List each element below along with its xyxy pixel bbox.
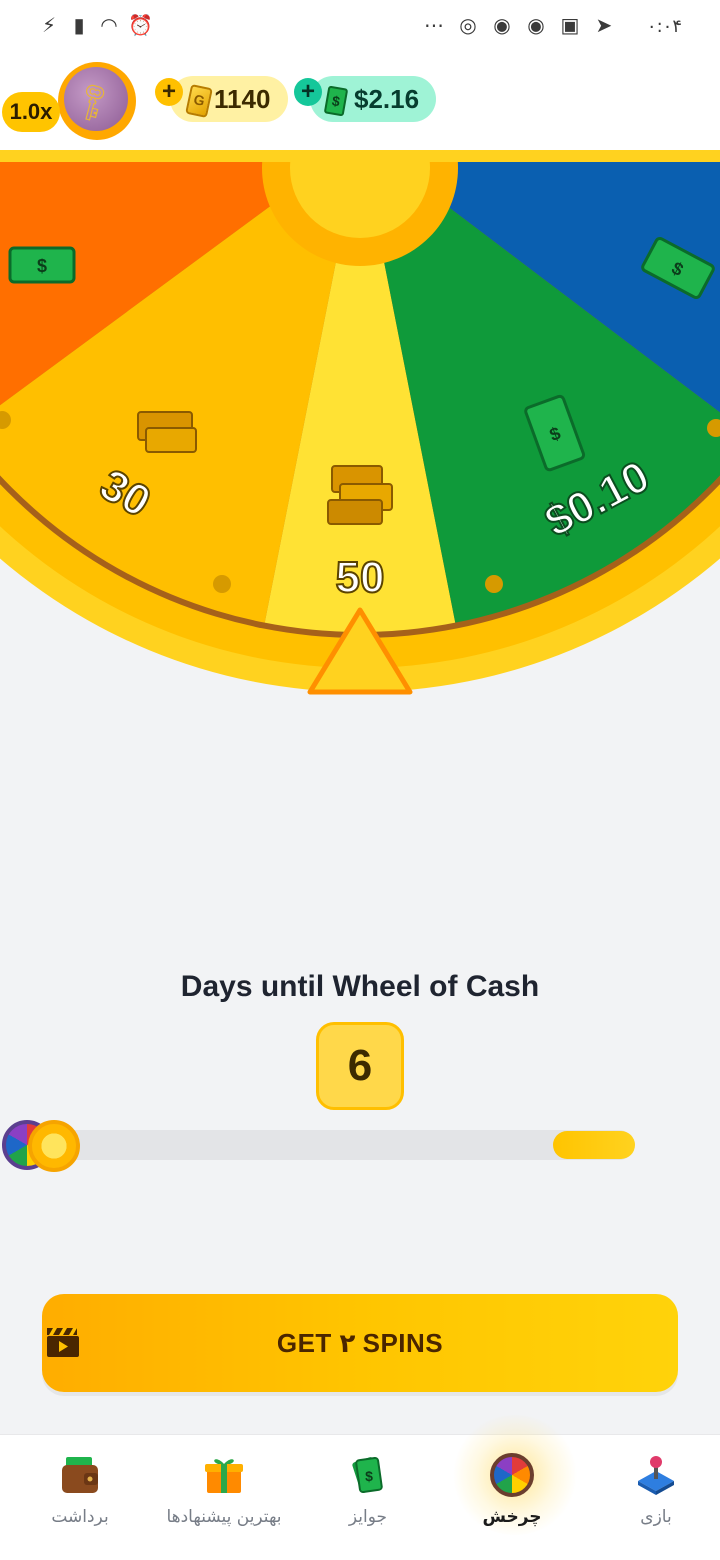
svg-text:$: $ — [365, 1468, 373, 1484]
header-divider — [0, 150, 720, 162]
avatar[interactable]: 🗝 — [58, 62, 136, 140]
nav-label-rewards: جوایز — [348, 1507, 388, 1527]
nav-item-game[interactable]: بازی — [584, 1435, 720, 1560]
add-tickets-button[interactable]: + — [155, 78, 183, 106]
wheel-peg — [485, 575, 503, 593]
bottom-nav: بازی چرخش $ جوایز بهترین پیشنهادها برداش… — [0, 1415, 720, 1560]
progress-track — [30, 1130, 634, 1160]
cash-value: $2.16 — [354, 83, 420, 114]
nav-item-withdraw[interactable]: برداشت — [8, 1435, 152, 1560]
wheel-peg — [213, 575, 231, 593]
wallet-icon — [62, 1457, 98, 1493]
status-icons-left: ⚡ ▮ ◠ ⏰ — [38, 14, 153, 38]
wheel-label-50: 50 — [336, 553, 385, 602]
key-icon: 🗝 — [67, 78, 119, 127]
more-icon: ⋯ — [423, 15, 444, 37]
nav-label-spin: چرخش — [482, 1507, 542, 1527]
instagram-icon: ◎ — [459, 15, 477, 37]
avatar-image: 🗝 — [64, 67, 128, 131]
nav-item-spin[interactable]: چرخش — [440, 1435, 584, 1560]
add-cash-button[interactable]: + — [294, 78, 322, 106]
gift-icon — [205, 1459, 243, 1493]
nav-label-offers: بهترین پیشنهادها — [166, 1507, 282, 1527]
coin-icon — [28, 1120, 80, 1172]
chrome-icon: ◉ — [493, 15, 511, 37]
prize-wheel[interactable]: $ $ $ 30 50 $0.10 — [0, 162, 720, 722]
wifi-icon: ◠ — [100, 15, 118, 37]
telegram-icon: ➤ — [595, 15, 613, 37]
voicemail-icon: ▣ — [560, 15, 580, 37]
cash-icon: $ — [8, 246, 76, 284]
status-bar: ⚡ ▮ ◠ ⏰ ⋯ ◎ ◉ ◉ ▣ ➤ ۰:۰۴ — [0, 0, 720, 54]
chrome-icon: ◉ — [527, 15, 545, 37]
alarm-icon: ⏰ — [128, 15, 153, 37]
countdown-title: Days until Wheel of Cash — [180, 970, 540, 1003]
signal-icon: ▮ — [73, 15, 85, 37]
nav-item-rewards[interactable]: $ جوایز — [296, 1435, 440, 1560]
wheel-graphic: $ $ $ 30 50 $0.10 — [0, 162, 720, 695]
multiplier-badge[interactable]: 1.0x — [2, 92, 60, 132]
days-counter: 6 — [316, 1022, 404, 1110]
status-icons-right: ⋯ ◎ ◉ ◉ ▣ ➤ ۰:۰۴ — [423, 14, 682, 38]
clapperboard-icon — [47, 1328, 79, 1357]
nav-label-withdraw: برداشت — [51, 1507, 109, 1527]
nav-item-offers[interactable]: بهترین پیشنهادها — [152, 1435, 296, 1560]
battery-charging-icon: ⚡ — [41, 15, 57, 37]
nav-label-game: بازی — [640, 1507, 672, 1527]
svg-text:$: $ — [37, 256, 47, 276]
cash-stack-icon: $ — [352, 1457, 383, 1493]
progress-fill — [553, 1131, 635, 1159]
tickets-value: 1140 — [214, 83, 271, 114]
get-spins-button[interactable]: GET ۲ SPINS — [42, 1294, 678, 1392]
joystick-icon — [638, 1456, 674, 1495]
status-time: ۰:۰۴ — [646, 15, 682, 37]
get-spins-label: GET ۲ SPINS — [276, 1327, 444, 1358]
gold-bars-icon — [137, 411, 197, 453]
wheel-icon — [490, 1453, 534, 1497]
